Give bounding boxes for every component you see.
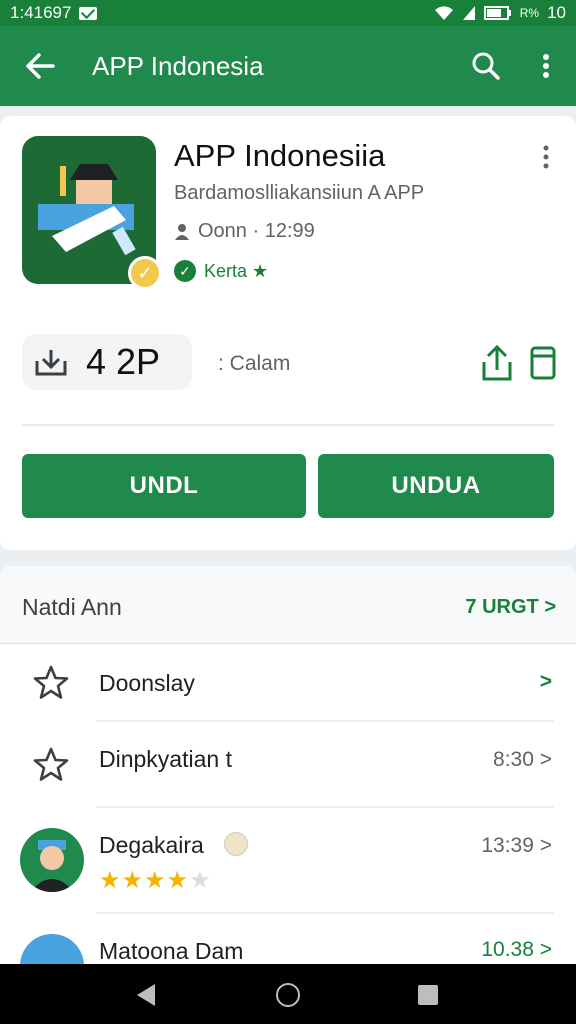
rating-stars: ★★★★★ — [99, 867, 212, 894]
section-title: Natdi Ann — [22, 594, 122, 620]
info-section-card: Natdi Ann 7 URGT > Doonslay > Dinpkyatia… — [0, 566, 576, 966]
list-item[interactable]: Doonslay > — [0, 644, 576, 722]
status-bar: 1:41697 R% 10 — [0, 0, 576, 26]
more-vert-icon — [543, 145, 549, 169]
download-tray-icon — [35, 350, 67, 376]
network-label: R% — [519, 6, 540, 20]
share-icon[interactable] — [480, 344, 514, 382]
nav-back-icon[interactable] — [137, 984, 155, 1006]
more-vert-icon — [543, 54, 549, 78]
bookmark-icon[interactable] — [530, 346, 556, 380]
overflow-menu-button[interactable] — [516, 26, 576, 106]
system-nav-bar — [0, 964, 576, 1024]
list-item[interactable]: Dinpkyatian t 8:30 > — [0, 722, 576, 808]
reviewer-name: Degakaira — [99, 832, 204, 858]
star-outline-icon — [33, 665, 69, 699]
search-button[interactable] — [456, 26, 516, 106]
app-bar: APP Indonesia — [0, 26, 576, 106]
divider — [22, 424, 554, 426]
review-item[interactable]: Degakaira ★★★★★ 13:39 > — [0, 808, 576, 914]
list-item-label: Matoona Dam — [99, 938, 244, 964]
back-button[interactable] — [0, 26, 80, 106]
app-meta-text: Oonn · 12:99 — [198, 220, 315, 242]
signal-icon — [462, 6, 475, 20]
downloads-count: 4 2P — [86, 341, 161, 382]
mini-avatar — [224, 832, 248, 856]
list-item-label: Doonslay — [99, 670, 195, 696]
download-button[interactable]: UNDUA — [318, 454, 554, 518]
battery-icon — [483, 6, 511, 20]
chevron-right-icon: > — [539, 670, 552, 693]
list-item-value: 13:39 > — [481, 834, 552, 857]
avatar — [20, 828, 84, 892]
downloads-pill: 4 2P — [22, 334, 192, 390]
verified-badge-icon: ✓ — [128, 256, 162, 290]
nav-recents-icon[interactable] — [418, 985, 438, 1005]
app-meta: Oonn · 12:99 — [174, 220, 315, 243]
arrow-left-icon — [26, 53, 55, 79]
section-header: Natdi Ann 7 URGT > — [0, 566, 576, 644]
app-bar-title: APP Indonesia — [92, 50, 264, 81]
avatar-art — [30, 840, 74, 892]
battery-level: 10 — [547, 3, 566, 22]
app-name: APP Indonesiia — [174, 138, 386, 173]
status-time: 1:41697 — [10, 3, 72, 22]
list-item-value: 10.38 > — [481, 938, 552, 961]
wifi-icon — [434, 6, 453, 20]
mail-icon — [79, 6, 98, 20]
verified-row: ✓ Kerta ★ — [174, 260, 268, 282]
list-item[interactable]: Matoona Dam 10.38 > — [0, 914, 576, 966]
list-item-value: 8:30 > — [493, 748, 552, 771]
verified-label: Kerta ★ — [204, 260, 269, 281]
install-button[interactable]: UNDL — [22, 454, 306, 518]
nav-home-icon[interactable] — [276, 983, 300, 1007]
star-outline-icon — [33, 747, 69, 781]
developer-name[interactable]: Bardamoslliakansiiun A APP — [174, 182, 424, 205]
avatar — [20, 934, 84, 966]
category-label: : Calam — [218, 352, 291, 375]
section-see-all-link[interactable]: 7 URGT > — [465, 596, 556, 619]
app-icon[interactable]: ✓ — [22, 136, 162, 290]
list-item-label: Dinpkyatian t — [99, 746, 232, 772]
app-more-button[interactable] — [536, 142, 556, 172]
search-icon — [472, 52, 500, 80]
app-detail-card: ✓ APP Indonesiia Bardamoslliakansiiun A … — [0, 116, 576, 550]
check-circle-icon: ✓ — [174, 260, 196, 282]
person-icon — [175, 223, 189, 240]
status-icons: R% 10 — [434, 3, 566, 23]
